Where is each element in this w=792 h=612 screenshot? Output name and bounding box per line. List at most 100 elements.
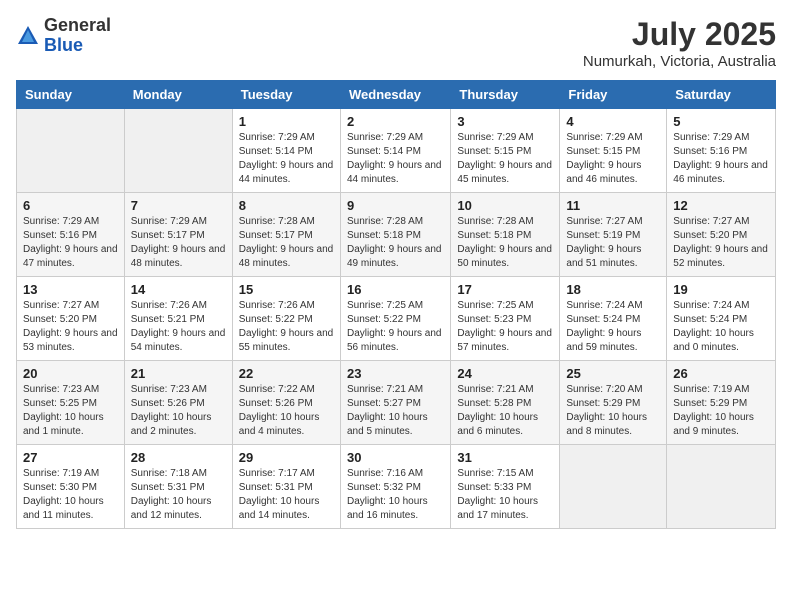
day-cell: 11 Sunrise: 7:27 AM Sunset: 5:19 PM Dayli… xyxy=(560,193,667,277)
day-number: 17 xyxy=(457,282,553,297)
day-info: Sunrise: 7:18 AM Sunset: 5:31 PM Dayligh… xyxy=(131,467,226,523)
day-info: Sunrise: 7:24 AM Sunset: 5:24 PM Dayligh… xyxy=(566,299,660,355)
day-cell: 21Sunrise: 7:23 AM Sunset: 5:26 PM Dayli… xyxy=(124,361,232,445)
day-info: Sunrise: 7:23 AM Sunset: 5:25 PM Dayligh… xyxy=(23,383,118,439)
header-tuesday: Tuesday xyxy=(232,81,340,109)
day-info: Sunrise: 7:17 AM Sunset: 5:31 PM Dayligh… xyxy=(239,467,334,523)
day-number: 6 xyxy=(23,198,118,213)
day-info: Sunrise: 7:28 AM Sunset: 5:18 PM Dayligh… xyxy=(457,215,553,271)
day-info: Sunrise: 7:27 AM Sunset: 5:20 PM Dayligh… xyxy=(673,215,769,271)
day-number: 14 xyxy=(131,282,226,297)
day-number: 16 xyxy=(347,282,444,297)
day-number: 19 xyxy=(673,282,769,297)
day-number: 11 xyxy=(566,198,660,213)
day-cell: 31 Sunrise: 7:15 AM Sunset: 5:33 PM Dayli… xyxy=(451,445,560,529)
day-cell: 4 Sunrise: 7:29 AM Sunset: 5:15 PM Daylig… xyxy=(560,109,667,193)
day-info: Sunrise: 7:21 AM Sunset: 5:27 PM Dayligh… xyxy=(347,383,444,439)
day-info: Sunrise: 7:15 AM Sunset: 5:33 PM Dayligh… xyxy=(457,467,553,523)
location: Numurkah, Victoria, Australia xyxy=(583,53,776,70)
header-saturday: Saturday xyxy=(667,81,776,109)
page-header: General Blue July 2025 Numurkah, Victori… xyxy=(16,16,776,70)
week-row-0: 1 Sunrise: 7:29 AM Sunset: 5:14 PM Daylig… xyxy=(17,109,776,193)
day-cell xyxy=(667,445,776,529)
day-info: Sunrise: 7:20 AM Sunset: 5:29 PM Dayligh… xyxy=(566,383,660,439)
day-cell: 12 Sunrise: 7:27 AM Sunset: 5:20 PM Dayli… xyxy=(667,193,776,277)
logo-icon xyxy=(16,24,40,48)
day-cell: 18 Sunrise: 7:24 AM Sunset: 5:24 PM Dayli… xyxy=(560,277,667,361)
day-info: Sunrise: 7:24 AM Sunset: 5:24 PM Dayligh… xyxy=(673,299,769,355)
day-info: Sunrise: 7:29 AM Sunset: 5:14 PM Dayligh… xyxy=(239,131,334,187)
day-number: 31 xyxy=(457,450,553,465)
day-info: Sunrise: 7:29 AM Sunset: 5:15 PM Dayligh… xyxy=(566,131,660,187)
day-number: 13 xyxy=(23,282,118,297)
logo-text: General Blue xyxy=(44,16,111,56)
header-wednesday: Wednesday xyxy=(340,81,450,109)
day-info: Sunrise: 7:25 AM Sunset: 5:23 PM Dayligh… xyxy=(457,299,553,355)
day-number: 24 xyxy=(457,366,553,381)
day-cell: 16 Sunrise: 7:25 AM Sunset: 5:22 PM Dayli… xyxy=(340,277,450,361)
day-cell: 7Sunrise: 7:29 AM Sunset: 5:17 PM Daylig… xyxy=(124,193,232,277)
day-cell xyxy=(17,109,125,193)
day-info: Sunrise: 7:29 AM Sunset: 5:16 PM Dayligh… xyxy=(673,131,769,187)
day-cell: 27Sunrise: 7:19 AM Sunset: 5:30 PM Dayli… xyxy=(17,445,125,529)
day-number: 12 xyxy=(673,198,769,213)
day-cell: 24 Sunrise: 7:21 AM Sunset: 5:28 PM Dayli… xyxy=(451,361,560,445)
day-cell: 20Sunrise: 7:23 AM Sunset: 5:25 PM Dayli… xyxy=(17,361,125,445)
day-number: 22 xyxy=(239,366,334,381)
header-friday: Friday xyxy=(560,81,667,109)
day-cell: 25 Sunrise: 7:20 AM Sunset: 5:29 PM Dayli… xyxy=(560,361,667,445)
day-cell: 23 Sunrise: 7:21 AM Sunset: 5:27 PM Dayli… xyxy=(340,361,450,445)
week-row-3: 20Sunrise: 7:23 AM Sunset: 5:25 PM Dayli… xyxy=(17,361,776,445)
day-number: 30 xyxy=(347,450,444,465)
day-number: 18 xyxy=(566,282,660,297)
header-sunday: Sunday xyxy=(17,81,125,109)
day-number: 25 xyxy=(566,366,660,381)
header-thursday: Thursday xyxy=(451,81,560,109)
day-info: Sunrise: 7:22 AM Sunset: 5:26 PM Dayligh… xyxy=(239,383,334,439)
day-info: Sunrise: 7:16 AM Sunset: 5:32 PM Dayligh… xyxy=(347,467,444,523)
day-number: 26 xyxy=(673,366,769,381)
day-number: 28 xyxy=(131,450,226,465)
day-cell: 26 Sunrise: 7:19 AM Sunset: 5:29 PM Dayli… xyxy=(667,361,776,445)
day-info: Sunrise: 7:27 AM Sunset: 5:20 PM Dayligh… xyxy=(23,299,118,355)
day-number: 15 xyxy=(239,282,334,297)
header-monday: Monday xyxy=(124,81,232,109)
day-info: Sunrise: 7:23 AM Sunset: 5:26 PM Dayligh… xyxy=(131,383,226,439)
day-info: Sunrise: 7:26 AM Sunset: 5:22 PM Dayligh… xyxy=(239,299,334,355)
day-cell: 5Sunrise: 7:29 AM Sunset: 5:16 PM Daylig… xyxy=(667,109,776,193)
day-info: Sunrise: 7:29 AM Sunset: 5:16 PM Dayligh… xyxy=(23,215,118,271)
day-info: Sunrise: 7:26 AM Sunset: 5:21 PM Dayligh… xyxy=(131,299,226,355)
day-number: 29 xyxy=(239,450,334,465)
title-section: July 2025 Numurkah, Victoria, Australia xyxy=(583,16,776,70)
day-info: Sunrise: 7:21 AM Sunset: 5:28 PM Dayligh… xyxy=(457,383,553,439)
day-number: 2 xyxy=(347,114,444,129)
day-number: 23 xyxy=(347,366,444,381)
day-cell: 8Sunrise: 7:28 AM Sunset: 5:17 PM Daylig… xyxy=(232,193,340,277)
day-info: Sunrise: 7:29 AM Sunset: 5:15 PM Dayligh… xyxy=(457,131,553,187)
day-cell: 3Sunrise: 7:29 AM Sunset: 5:15 PM Daylig… xyxy=(451,109,560,193)
day-cell: 9Sunrise: 7:28 AM Sunset: 5:18 PM Daylig… xyxy=(340,193,450,277)
day-cell: 13 Sunrise: 7:27 AM Sunset: 5:20 PM Dayli… xyxy=(17,277,125,361)
day-info: Sunrise: 7:25 AM Sunset: 5:22 PM Dayligh… xyxy=(347,299,444,355)
day-cell xyxy=(560,445,667,529)
day-number: 1 xyxy=(239,114,334,129)
logo: General Blue xyxy=(16,16,111,56)
month-title: July 2025 xyxy=(583,16,776,53)
calendar-table: SundayMondayTuesdayWednesdayThursdayFrid… xyxy=(16,80,776,529)
logo-general: General xyxy=(44,16,111,36)
day-info: Sunrise: 7:28 AM Sunset: 5:17 PM Dayligh… xyxy=(239,215,334,271)
day-cell: 14 Sunrise: 7:26 AM Sunset: 5:21 PM Dayli… xyxy=(124,277,232,361)
day-info: Sunrise: 7:19 AM Sunset: 5:29 PM Dayligh… xyxy=(673,383,769,439)
day-info: Sunrise: 7:29 AM Sunset: 5:14 PM Dayligh… xyxy=(347,131,444,187)
day-info: Sunrise: 7:27 AM Sunset: 5:19 PM Dayligh… xyxy=(566,215,660,271)
week-row-1: 6 Sunrise: 7:29 AM Sunset: 5:16 PM Daylig… xyxy=(17,193,776,277)
day-info: Sunrise: 7:19 AM Sunset: 5:30 PM Dayligh… xyxy=(23,467,118,523)
day-cell: 19 Sunrise: 7:24 AM Sunset: 5:24 PM Dayli… xyxy=(667,277,776,361)
day-cell: 10 Sunrise: 7:28 AM Sunset: 5:18 PM Dayli… xyxy=(451,193,560,277)
logo-blue: Blue xyxy=(44,36,111,56)
week-row-2: 13 Sunrise: 7:27 AM Sunset: 5:20 PM Dayli… xyxy=(17,277,776,361)
day-cell: 17 Sunrise: 7:25 AM Sunset: 5:23 PM Dayli… xyxy=(451,277,560,361)
day-number: 10 xyxy=(457,198,553,213)
day-cell: 2 Sunrise: 7:29 AM Sunset: 5:14 PM Daylig… xyxy=(340,109,450,193)
day-number: 4 xyxy=(566,114,660,129)
